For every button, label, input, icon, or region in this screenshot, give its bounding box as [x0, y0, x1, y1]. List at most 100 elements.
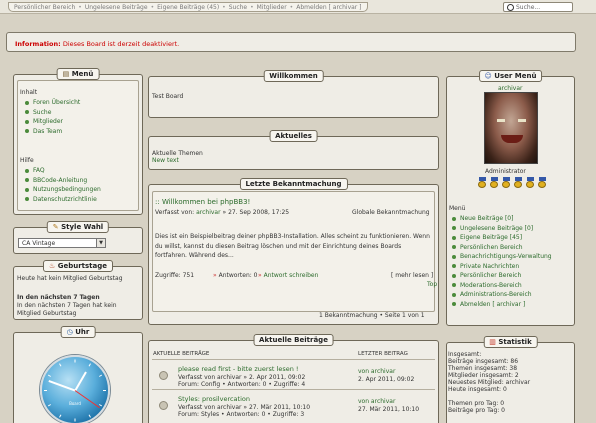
col-topic-header: AKTUELLE BEITRÄGE — [153, 351, 210, 357]
user-menu-link[interactable]: Private Nachrichten — [460, 263, 519, 270]
style-select[interactable]: CA Vintage ▼ — [18, 238, 106, 248]
list-item[interactable]: Administrations-Bereich — [449, 291, 552, 301]
analog-clock: Board — [40, 355, 110, 423]
clock-brand: Board — [69, 401, 81, 406]
clock-icon: ◷ — [66, 328, 76, 336]
nav-search[interactable]: Suche — [229, 4, 247, 11]
medal-icon — [538, 177, 547, 188]
current-heading: Aktuelle Themen — [152, 150, 203, 157]
bullet-icon — [452, 226, 456, 230]
menu-link[interactable]: Mitglieder — [33, 118, 63, 125]
list-item[interactable]: Datenschutzrichtlinie — [22, 196, 101, 206]
menu-link[interactable]: Datenschutzrichtlinie — [33, 196, 97, 203]
list-item[interactable]: Das Team — [22, 128, 80, 138]
clock-tick — [88, 363, 91, 367]
meta-date: » 27. Sep 2008, 17:25 — [222, 209, 290, 216]
topic-title[interactable]: please read first - bitte zuerst lesen ! — [178, 365, 299, 373]
announcement-post-title[interactable]: :: Willkommen bei phpBB3! — [155, 198, 250, 206]
announcement-replies: » Antworten: 0 — [213, 272, 258, 279]
medal-icon — [514, 177, 523, 188]
clock-title: ◷ Uhr — [60, 326, 96, 338]
list-item[interactable]: Abmelden [ archivar ] — [449, 301, 552, 311]
stat-line: Themen insgesamt: 38 — [448, 365, 518, 372]
bullet-icon — [25, 168, 29, 173]
last-post-user[interactable]: von archivar — [358, 368, 395, 375]
list-item[interactable]: BBCode-Anleitung — [22, 177, 101, 187]
user-menu-link[interactable]: Neue Beiträge [0] — [460, 215, 513, 222]
bullet-icon — [452, 273, 456, 278]
menu-link[interactable]: BBCode-Anleitung — [33, 177, 87, 184]
nav-logout[interactable]: Abmelden [ archivar ] — [296, 4, 361, 11]
user-menu-link[interactable]: Ungelesene Beiträge [0] — [460, 225, 533, 232]
menu-link[interactable]: Das Team — [33, 128, 62, 135]
list-item[interactable]: Mitglieder — [22, 118, 80, 128]
user-icon: ☺ — [484, 72, 495, 80]
menu-link[interactable]: FAQ — [33, 167, 45, 174]
stat-line: Beiträge insgesamt: 86 — [448, 358, 519, 365]
list-item[interactable]: Nutzungsbedingungen — [22, 186, 101, 196]
list-item[interactable]: FAQ — [22, 167, 101, 177]
list-item[interactable]: Moderations-Bereich — [449, 282, 552, 292]
user-menu-link[interactable]: Persönlicher Bereich — [460, 272, 521, 279]
announcement-body: Dies ist ein Beispielbeitrag deiner phpB… — [155, 233, 430, 259]
menu-link[interactable]: Suche — [33, 109, 51, 116]
clock-tick — [103, 390, 106, 391]
last-post-user[interactable]: von archivar — [358, 398, 395, 405]
user-menu-link[interactable]: Eigene Beiträge [45] — [460, 234, 522, 241]
search-placeholder: Suche... — [516, 4, 541, 11]
menu-hilfe-list: FAQ BBCode-Anleitung Nutzungsbedingungen… — [22, 167, 101, 205]
nav-unread[interactable]: Ungelesene Beiträge — [85, 4, 148, 11]
nav-personal[interactable]: Persönlicher Bereich — [14, 4, 75, 11]
bullet-icon — [25, 129, 29, 133]
welcome-title: Willkommen — [263, 70, 324, 82]
user-menu-link[interactable]: Benachrichtigungs-Verwaltung — [460, 253, 552, 260]
style-title: ✎ Style Wahl — [46, 221, 110, 233]
user-menu-link[interactable]: Abmelden [ archivar ] — [460, 301, 525, 308]
stats-panel: ▥ Statistik Insgesamt: Beiträge insgesam… — [446, 336, 575, 423]
user-menu-link[interactable]: Administrations-Bereich — [460, 291, 532, 298]
list-item[interactable]: Persönlicher Bereich — [449, 272, 552, 282]
avatar-eye — [497, 119, 505, 122]
menu-link[interactable]: Nutzungsbedingungen — [33, 186, 101, 193]
read-more-link[interactable]: [ mehr lesen ] — [391, 272, 433, 279]
medal-icon — [490, 177, 499, 188]
nav-members[interactable]: Mitglieder — [257, 4, 287, 11]
topic-forum: Forum: Styles • Antworten: 0 • Zugriffe:… — [178, 411, 305, 418]
info-banner: Information: Dieses Board ist derzeit de… — [6, 32, 576, 52]
user-menu-link[interactable]: Persönlichen Bereich — [460, 244, 523, 251]
list-item[interactable]: Benachrichtigungs-Verwaltung — [449, 253, 552, 263]
bullet-icon — [452, 216, 456, 221]
list-item[interactable]: Persönlichen Bereich — [449, 244, 552, 254]
clock-tick — [74, 418, 76, 422]
reply-link[interactable]: » Antwort schreiben — [258, 272, 318, 279]
list-item[interactable]: Suche — [22, 109, 80, 119]
current-title: Aktuelles — [269, 130, 318, 142]
menu-link[interactable]: Foren Übersicht — [33, 99, 80, 106]
avatar[interactable] — [484, 92, 538, 164]
list-item[interactable]: Private Nachrichten — [449, 263, 552, 273]
author-link[interactable]: archivar — [196, 209, 220, 216]
stats-list: Insgesamt: Beiträge insgesamt: 86 Themen… — [448, 351, 530, 414]
search-input[interactable]: Suche... — [503, 2, 573, 12]
clock-tick — [59, 414, 62, 418]
bullet-icon — [25, 100, 29, 105]
nav-own-posts[interactable]: Eigene Beiträge (45) — [157, 4, 219, 11]
bullet-icon — [452, 254, 456, 259]
list-item[interactable]: Foren Übersicht — [22, 99, 80, 109]
meta-prefix: Verfasst von: — [155, 209, 195, 216]
clock-tick — [74, 359, 76, 363]
last-post-date: 2. Apr 2011, 09:02 — [358, 376, 415, 383]
list-item[interactable]: Eigene Beiträge [45] — [449, 234, 552, 244]
top-link[interactable]: Top — [427, 281, 437, 288]
user-menu-link[interactable]: Moderations-Bereich — [460, 282, 522, 289]
list-item[interactable]: Ungelesene Beiträge [0] — [449, 225, 552, 235]
nav-separator: • — [250, 3, 254, 11]
list-item[interactable]: Neue Beiträge [0] — [449, 215, 552, 225]
chevron-down-icon[interactable]: ▼ — [96, 239, 105, 247]
topic-title[interactable]: Styles: prosilvercation — [178, 395, 250, 403]
username[interactable]: archivar — [498, 85, 522, 92]
announcement-pagination: 1 Bekanntmachung • Seite 1 von 1 — [319, 312, 425, 319]
arrow-icon: » — [258, 272, 262, 279]
nav-separator: • — [289, 3, 294, 11]
reply-link-text: Antwort schreiben — [263, 272, 319, 279]
